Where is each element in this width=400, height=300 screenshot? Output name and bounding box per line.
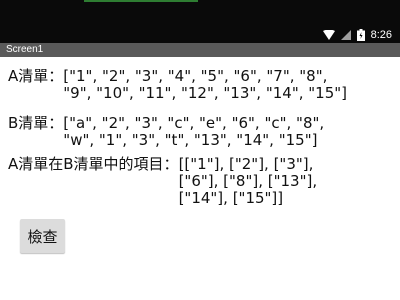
list-b-label: B清單： — [8, 114, 64, 132]
status-icons: 8:26 — [322, 28, 392, 42]
wifi-icon — [322, 30, 335, 40]
result-label: A清單在B清單中的項目： — [8, 155, 179, 173]
check-button[interactable]: 檢查 — [20, 219, 65, 253]
list-a-label: A清單： — [8, 67, 64, 85]
list-a-row: A清單： ["1", "2", "3", "4", "5", "6", "7",… — [8, 68, 388, 102]
result-row: A清單在B清單中的項目： [["1"], ["2"], ["3"], ["6"]… — [8, 156, 388, 207]
status-time: 8:26 — [370, 29, 392, 41]
list-b-row: B清單： ["a", "2", "3", "c", "e", "6", "c",… — [8, 115, 388, 149]
result-value: [["1"], ["2"], ["3"], ["6"], ["8"], ["13… — [178, 155, 318, 207]
status-accent-line — [84, 0, 198, 2]
battery-icon — [356, 29, 365, 41]
screen-title: Screen1 — [6, 44, 44, 55]
list-a-value: ["1", "2", "3", "4", "5", "6", "7", "8",… — [63, 67, 347, 102]
signal-icon — [340, 30, 351, 40]
status-bar: 8:26 — [0, 0, 400, 43]
list-b-value: ["a", "2", "3", "c", "e", "6", "c", "8",… — [63, 114, 325, 149]
app-bar: Screen1 — [0, 43, 400, 57]
